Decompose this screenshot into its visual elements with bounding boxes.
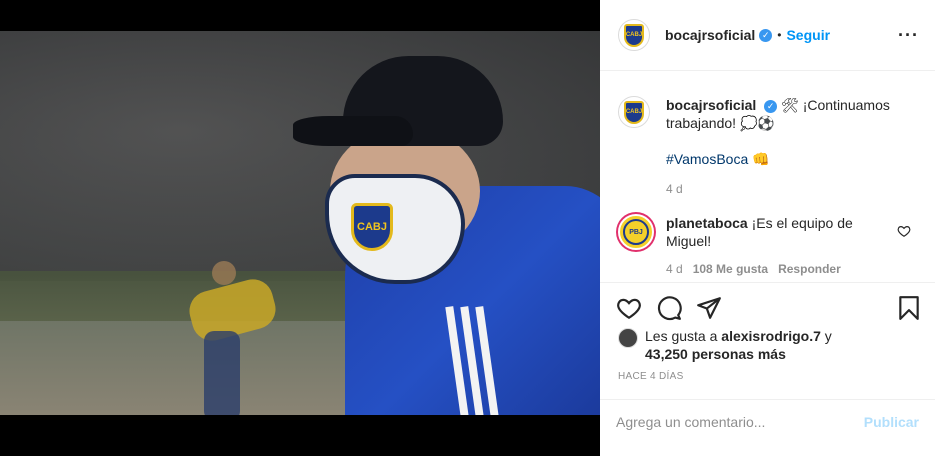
comments-list[interactable]: CABJ bocajrsoficial ✓ 🛠 ¡Continuamos tra…: [600, 72, 935, 282]
post-photo[interactable]: CABJ: [0, 31, 600, 415]
verified-icon: ✓: [764, 99, 778, 113]
comment-avatar[interactable]: PBJ: [618, 214, 654, 250]
likes-text: Les gusta a alexisrodrigo.7 y 43,250 per…: [645, 327, 925, 363]
likes-suffix: y: [824, 328, 832, 344]
cap-brim: [293, 116, 413, 146]
likes-count[interactable]: 43,250 personas más: [645, 346, 786, 362]
publish-button[interactable]: Publicar: [864, 414, 919, 430]
comment-likes[interactable]: 108 Me gusta: [693, 262, 768, 276]
liker-username[interactable]: alexisrodrigo.7: [721, 328, 821, 344]
likes-summary: Les gusta a alexisrodrigo.7 y 43,250 per…: [618, 327, 928, 363]
comment-username[interactable]: planetaboca: [666, 215, 748, 231]
heart-icon[interactable]: [616, 295, 642, 321]
bookmark-icon[interactable]: [896, 295, 922, 321]
caption-username[interactable]: bocajrsoficial: [666, 97, 756, 113]
comment-icon[interactable]: [656, 295, 682, 321]
planetaboca-logo: PBJ: [623, 219, 649, 245]
player-legs: [204, 331, 240, 415]
add-comment-box: Publicar: [600, 399, 935, 456]
likes-prefix: Les gusta a: [645, 328, 718, 344]
comment-age[interactable]: 4 d: [666, 262, 683, 276]
action-bar: [600, 282, 935, 328]
caption-hashtag-emoji: 👊: [752, 151, 770, 167]
comment-body: planetaboca ¡Es el equipo de Miguel! 4 d…: [666, 214, 896, 278]
share-icon[interactable]: [696, 295, 722, 321]
post-timestamp[interactable]: HACE 4 DÍAS: [618, 371, 684, 382]
caption-body: bocajrsoficial ✓ 🛠 ¡Continuamos trabajan…: [666, 96, 896, 198]
photo-coach: CABJ: [285, 56, 600, 415]
post-side-panel: CABJ bocajrsoficial ✓ • Seguir ··· CABJ …: [600, 0, 935, 456]
player-head: [212, 261, 236, 285]
reply-button[interactable]: Responder: [778, 262, 841, 276]
header-username[interactable]: bocajrsoficial: [665, 27, 755, 43]
caption-age[interactable]: 4 d: [666, 180, 896, 198]
liker-avatar[interactable]: [618, 328, 638, 348]
comment-item: PBJ planetaboca ¡Es el equipo de Miguel!…: [618, 214, 853, 276]
avatar[interactable]: CABJ: [618, 19, 650, 51]
photo-background-player: [184, 261, 281, 415]
mask-crest-logo: CABJ: [351, 203, 393, 251]
coach-cap: [293, 56, 503, 151]
crest-logo: CABJ: [624, 100, 644, 124]
comment-meta: 4 d 108 Me gusta Responder: [666, 260, 896, 278]
follow-button[interactable]: Seguir: [786, 27, 830, 43]
comment-input[interactable]: [616, 412, 846, 432]
caption-avatar[interactable]: CABJ: [618, 96, 650, 128]
verified-icon: ✓: [759, 28, 773, 42]
post-header: CABJ bocajrsoficial ✓ • Seguir ···: [600, 0, 935, 71]
header-separator: •: [777, 28, 782, 42]
caption-hashtag[interactable]: #VamosBoca: [666, 151, 748, 167]
crest-logo: CABJ: [624, 23, 644, 47]
comment-like-heart-icon[interactable]: [897, 224, 911, 238]
more-icon[interactable]: ···: [898, 25, 919, 46]
post-media[interactable]: CABJ: [0, 0, 600, 456]
